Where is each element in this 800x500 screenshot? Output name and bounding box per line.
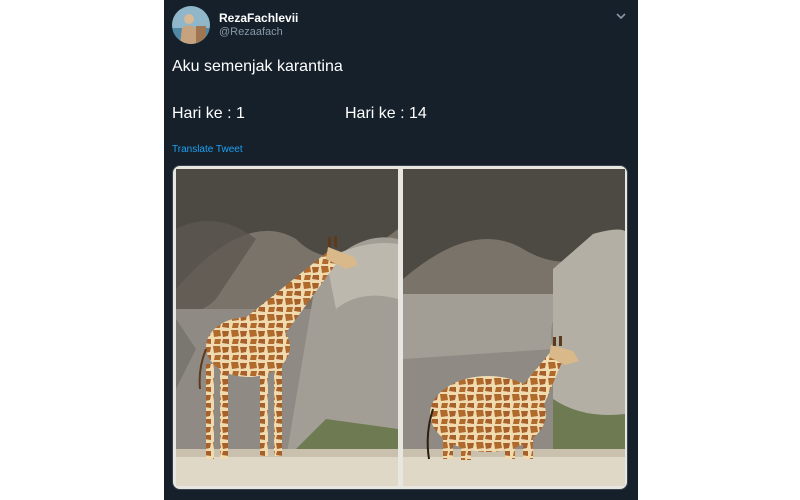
author-name[interactable]: RezaFachlevii <box>219 11 298 25</box>
tweet-card: RezaFachlevii @Rezaafach Aku semenjak ka… <box>164 0 638 500</box>
giraffe-photo-left <box>176 169 398 486</box>
photo-giraffe-day-1[interactable] <box>176 169 398 486</box>
tweet-media[interactable] <box>172 165 628 490</box>
author-handle[interactable]: @Rezaafach <box>219 26 283 38</box>
photo-giraffe-day-14[interactable] <box>403 169 625 486</box>
translate-tweet-link[interactable]: Translate Tweet <box>172 144 243 155</box>
avatar[interactable] <box>172 6 210 44</box>
giraffe-photo-right <box>403 169 625 486</box>
chevron-down-icon[interactable] <box>614 11 628 21</box>
profile-photo <box>172 6 210 44</box>
tweet-text: Aku semenjak karantina <box>172 58 343 75</box>
day-label-right: Hari ke : 14 <box>345 105 427 122</box>
day-label-left: Hari ke : 1 <box>172 105 245 122</box>
